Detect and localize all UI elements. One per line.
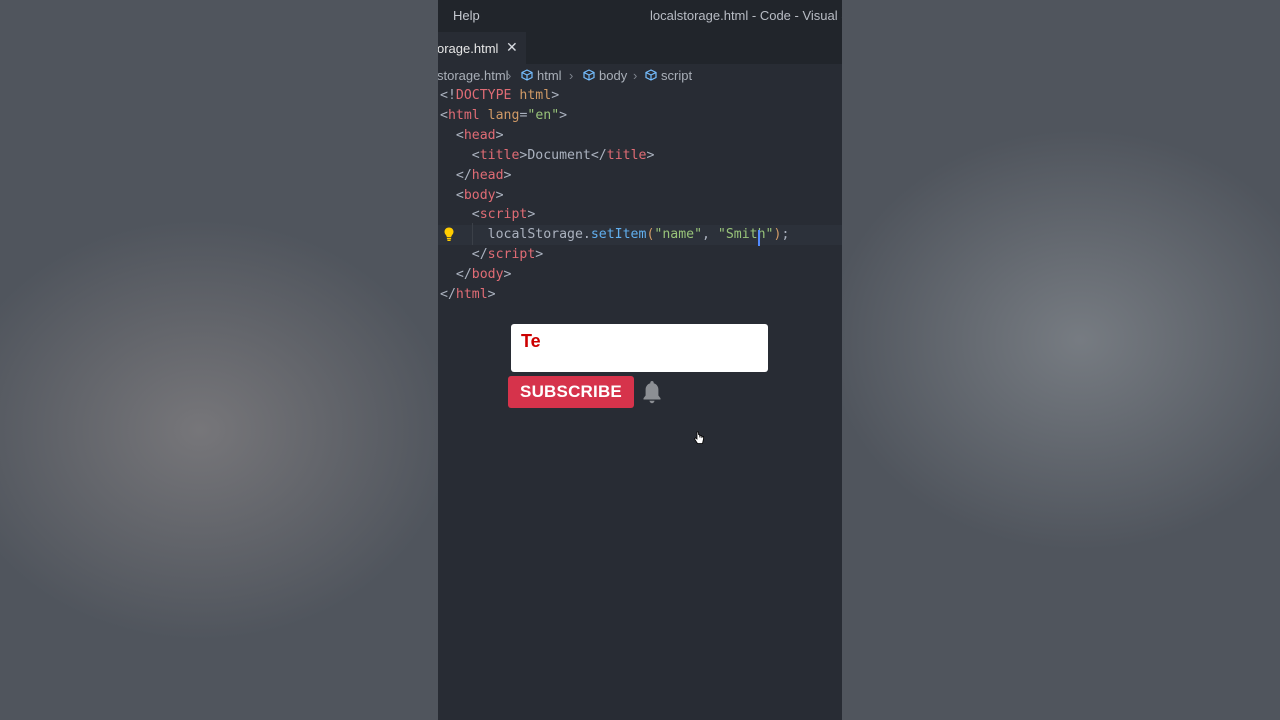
lightbulb-icon[interactable] (441, 226, 457, 242)
chevron-right-icon: › (507, 68, 512, 83)
code-token: , (702, 227, 718, 243)
mouse-pointer-icon (693, 431, 704, 444)
typing-text: Te (521, 331, 541, 351)
code-token: < (440, 147, 480, 163)
code-token: "Smith" (717, 227, 774, 243)
code-line[interactable]: </script> (440, 245, 543, 265)
code-token: > (559, 107, 568, 123)
code-line[interactable]: localStorage.setItem("name", "Smith"); (438, 225, 842, 246)
code-token: > (646, 147, 655, 163)
code-token: title (606, 147, 647, 163)
code-token: setItem (590, 227, 647, 243)
code-token: body (463, 187, 496, 203)
code-token: html (447, 107, 480, 123)
tab-bar: orage.html ✕ (438, 32, 842, 64)
cube-icon (521, 69, 533, 81)
code-token: "en" (527, 107, 560, 123)
code-token: < (440, 107, 448, 123)
code-token: < (440, 127, 464, 143)
code-line[interactable]: <title>Document</title> (440, 146, 655, 166)
code-line[interactable]: <!DOCTYPE html> (440, 86, 559, 106)
title-bar: Help localstorage.html - Code - Visual S… (438, 0, 842, 32)
code-token: body (471, 267, 504, 283)
code-token: script (487, 247, 536, 263)
code-token: > (503, 167, 512, 183)
code-token: </ (440, 287, 456, 302)
subscribe-button[interactable]: SUBSCRIBE (508, 376, 634, 408)
code-token: >Document</ (519, 147, 607, 163)
code-token: </ (440, 247, 488, 263)
code-token: </ (440, 267, 472, 283)
code-token: localStorage. (440, 227, 591, 243)
breadcrumb-file[interactable]: storage.html (438, 68, 509, 83)
cube-icon (583, 69, 595, 81)
code-line[interactable]: <script> (440, 205, 536, 225)
code-token: head (463, 127, 496, 143)
code-token: > (495, 187, 504, 203)
code-token: script (479, 207, 528, 223)
code-token: < (440, 207, 480, 223)
code-token: > (551, 88, 560, 103)
code-token: "name" (654, 227, 703, 243)
typing-banner: Te (511, 324, 768, 372)
chevron-right-icon: › (633, 68, 638, 83)
code-token: <! (440, 88, 456, 103)
code-token: > (487, 287, 496, 302)
code-token: head (471, 167, 504, 183)
code-token: > (495, 127, 504, 143)
code-line[interactable]: </html> (440, 285, 496, 305)
breadcrumb-item-body[interactable]: body (583, 68, 627, 83)
code-token: html (455, 287, 488, 302)
code-line[interactable]: <body> (440, 186, 504, 206)
breadcrumb-item-script[interactable]: script (645, 68, 692, 83)
code-token: </ (440, 167, 472, 183)
code-line[interactable]: </body> (440, 265, 512, 285)
code-token: DOCTYPE (455, 88, 512, 103)
tab-localstorage-html[interactable]: orage.html ✕ (438, 32, 526, 64)
code-token: > (535, 247, 544, 263)
code-token: > (503, 267, 512, 283)
code-token: > (527, 207, 536, 223)
bell-icon[interactable] (640, 379, 664, 405)
code-token: ; (781, 227, 790, 243)
tab-label: orage.html (438, 41, 499, 56)
breadcrumb-item-html[interactable]: html (521, 68, 562, 83)
code-token: lang (487, 107, 520, 123)
breadcrumb: storage.html › html › body › script (438, 66, 842, 86)
close-icon[interactable]: ✕ (506, 39, 518, 56)
code-line[interactable]: <html lang="en"> (440, 106, 567, 126)
code-line[interactable]: <head> (440, 126, 504, 146)
code-token: < (440, 187, 464, 203)
code-token: title (479, 147, 520, 163)
menu-help[interactable]: Help (453, 8, 480, 23)
window-title: localstorage.html - Code - Visual Stu (650, 8, 842, 23)
cube-icon (645, 69, 657, 81)
code-token: html (519, 88, 552, 103)
indent-guide (472, 223, 473, 245)
text-cursor (758, 230, 760, 246)
chevron-right-icon: › (569, 68, 574, 83)
code-line[interactable]: </head> (440, 166, 512, 186)
